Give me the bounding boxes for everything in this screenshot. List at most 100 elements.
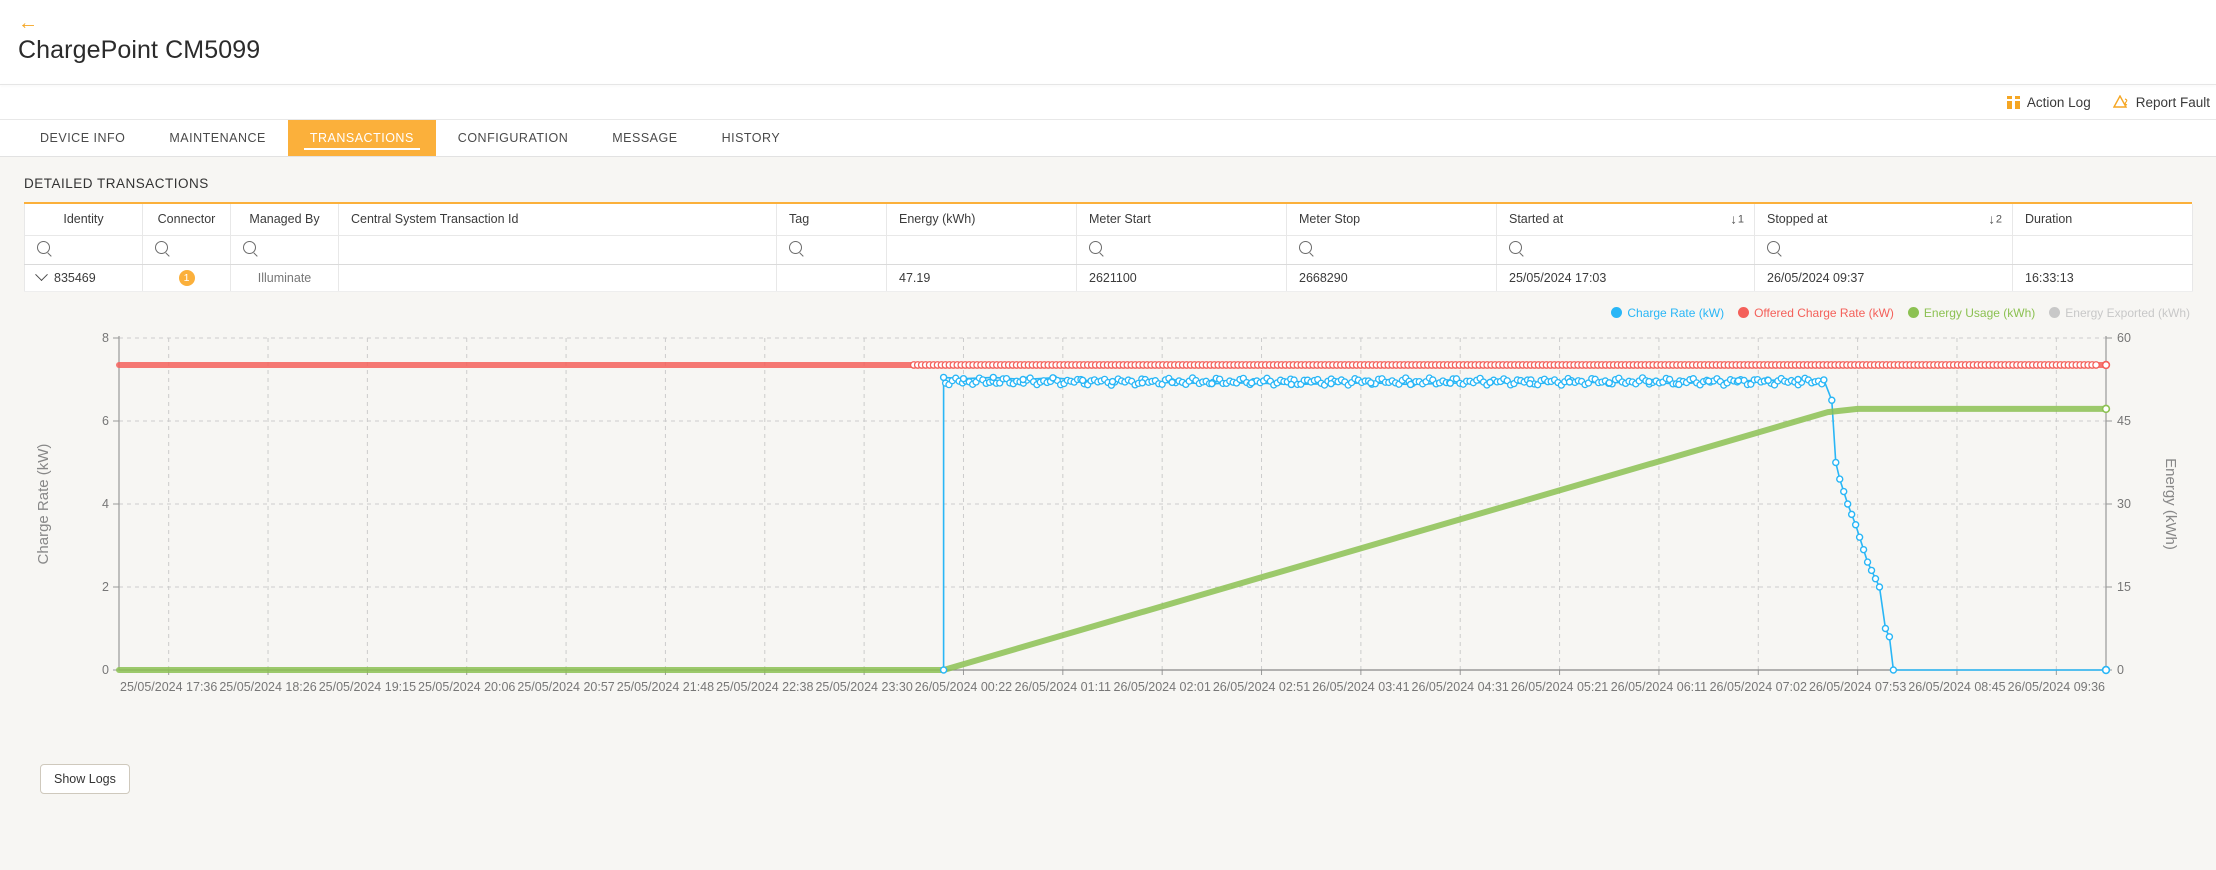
column-filter-cell[interactable] — [142, 235, 231, 265]
tab-bar: DEVICE INFO MAINTENANCE TRANSACTIONS CONFIG… — [0, 119, 2216, 157]
tab-label: DEVICE INFO — [40, 131, 126, 145]
tab-configuration[interactable]: CONFIGURATION — [436, 120, 590, 156]
report-fault-button[interactable]: Report Fault — [2112, 94, 2210, 110]
legend-item[interactable]: Charge Rate (kW) — [1611, 306, 1724, 320]
svg-text:26/05/2024 02:01: 26/05/2024 02:01 — [1114, 680, 1211, 694]
legend-color-dot — [1907, 307, 1919, 318]
transactions-table: Identity Connector Managed By Central Syste… — [24, 204, 2193, 292]
column-filter-cell[interactable] — [1496, 235, 1755, 265]
sort-desc-arrow-icon: ↓ — [1988, 211, 1995, 227]
cell-stopped-at: 26/05/2024 09:37 — [1754, 264, 2013, 292]
legend-item[interactable]: Energy Exported (kWh) — [2049, 306, 2190, 320]
svg-text:Energy (kWh): Energy (kWh) — [2162, 458, 2179, 550]
column-header-label: Identity — [63, 212, 104, 227]
cell-identity: 835469 — [24, 264, 143, 292]
column-filter-cell[interactable] — [1076, 235, 1287, 265]
column-filter-cell[interactable] — [1754, 235, 2013, 265]
transaction-chart: Charge Rate (kW) Offered Charge Rate (kW)… — [0, 306, 2216, 746]
column-filter-cell[interactable] — [24, 235, 143, 265]
column-header[interactable]: Meter Start — [1076, 204, 1287, 236]
svg-text:0: 0 — [102, 663, 109, 677]
cell-duration: 16:33:13 — [2012, 264, 2193, 292]
svg-text:Charge Rate (kW): Charge Rate (kW) — [35, 443, 52, 564]
column-filter-cell[interactable] — [1286, 235, 1497, 265]
search-icon[interactable] — [155, 240, 168, 254]
content-panel: DETAILED TRANSACTIONS Identity Connector M… — [0, 157, 2216, 870]
svg-text:25/05/2024 17:36: 25/05/2024 17:36 — [120, 680, 217, 694]
cell-managed-by: Illuminate — [230, 264, 339, 292]
cell-energy-kwh: 47.19 — [886, 264, 1077, 292]
search-icon[interactable] — [1089, 240, 1102, 254]
column-header[interactable]: Managed By — [230, 204, 339, 236]
column-header[interactable]: Stopped at ↓ 2 — [1754, 204, 2013, 236]
svg-text:45: 45 — [2117, 414, 2131, 428]
tab-label: MESSAGE — [612, 131, 678, 145]
column-header[interactable]: Energy (kWh) — [886, 204, 1077, 236]
column-header-label: Energy (kWh) — [899, 212, 976, 227]
search-icon[interactable] — [1767, 240, 1780, 254]
column-header[interactable]: Identity — [24, 204, 143, 236]
legend-label: Offered Charge Rate (kW) — [1754, 305, 1894, 320]
column-header[interactable]: Started at ↓ 1 — [1496, 204, 1755, 236]
cell-meter-stop: 2668290 — [1286, 264, 1497, 292]
search-icon[interactable] — [37, 240, 50, 254]
svg-text:60: 60 — [2117, 331, 2131, 345]
svg-text:6: 6 — [102, 414, 109, 428]
legend-label: Energy Exported (kWh) — [2065, 305, 2190, 320]
grid-icon — [2006, 95, 2020, 109]
svg-text:26/05/2024 07:02: 26/05/2024 07:02 — [1710, 680, 1807, 694]
column-header[interactable]: Central System Transaction Id — [338, 204, 777, 236]
warning-flag-icon — [2112, 95, 2129, 109]
search-icon[interactable] — [243, 240, 256, 254]
tab-label: MAINTENANCE — [169, 131, 266, 145]
action-log-button[interactable]: Action Log — [2006, 95, 2091, 110]
table-row[interactable]: 835469 1 Illuminate 47.19 2621100 2668290 25/0… — [24, 264, 2193, 292]
column-header[interactable]: Meter Stop — [1286, 204, 1497, 236]
svg-text:26/05/2024 05:21: 26/05/2024 05:21 — [1511, 680, 1608, 694]
cell-central-system-transaction-id — [338, 264, 777, 292]
tab-history[interactable]: HISTORY — [700, 120, 803, 156]
expand-row-chevron-icon[interactable] — [35, 267, 48, 281]
legend-item[interactable]: Offered Charge Rate (kW) — [1738, 306, 1894, 320]
sort-indicator[interactable]: ↓ 1 — [1730, 213, 1744, 226]
search-icon[interactable] — [1299, 240, 1312, 254]
table-header-row: Identity Connector Managed By Central Syste… — [24, 204, 2193, 236]
search-icon[interactable] — [1509, 240, 1522, 254]
column-filter-cell[interactable] — [230, 235, 339, 265]
sort-indicator[interactable]: ↓ 2 — [1988, 213, 2002, 226]
tab-message[interactable]: MESSAGE — [590, 120, 699, 156]
svg-text:25/05/2024 23:30: 25/05/2024 23:30 — [815, 680, 912, 694]
column-header[interactable]: Duration — [2012, 204, 2193, 236]
tab-label: CONFIGURATION — [457, 131, 569, 145]
tab-label: TRANSACTIONS — [309, 131, 414, 145]
legend-item[interactable]: Energy Usage (kWh) — [1907, 306, 2035, 320]
tab-transactions[interactable]: TRANSACTIONS — [287, 120, 436, 156]
sort-desc-arrow-icon: ↓ — [1730, 211, 1737, 227]
column-header-label: Duration — [2025, 212, 2073, 227]
column-filter-cell — [2012, 235, 2193, 265]
svg-text:8: 8 — [102, 331, 109, 345]
show-logs-row: Show Logs — [0, 746, 2216, 794]
report-fault-label: Report Fault — [2135, 94, 2210, 110]
tab-label: HISTORY — [721, 131, 781, 145]
column-header[interactable]: Tag — [776, 204, 887, 236]
tab-maintenance[interactable]: MAINTENANCE — [147, 120, 287, 156]
show-logs-button[interactable]: Show Logs — [40, 763, 130, 794]
legend-color-dot — [2049, 307, 2061, 318]
column-header-label: Meter Stop — [1299, 212, 1361, 227]
svg-text:25/05/2024 20:57: 25/05/2024 20:57 — [517, 680, 614, 694]
svg-text:15: 15 — [2117, 580, 2131, 594]
tab-device-info[interactable]: DEVICE INFO — [18, 120, 147, 156]
cell-started-at: 25/05/2024 17:03 — [1496, 264, 1755, 292]
search-icon[interactable] — [789, 240, 802, 254]
svg-text:26/05/2024 09:36: 26/05/2024 09:36 — [2008, 680, 2105, 694]
table-filter-row — [24, 235, 2193, 265]
column-header-label: Started at — [1509, 212, 1564, 227]
section-title: DETAILED TRANSACTIONS — [24, 176, 209, 191]
column-header[interactable]: Connector — [142, 204, 231, 236]
back-arrow-icon[interactable]: ← — [18, 13, 40, 34]
column-filter-cell[interactable] — [776, 235, 887, 265]
legend-color-dot — [1738, 307, 1750, 318]
svg-text:26/05/2024 08:45: 26/05/2024 08:45 — [1908, 680, 2005, 694]
column-header-label: Meter Start — [1089, 212, 1151, 227]
